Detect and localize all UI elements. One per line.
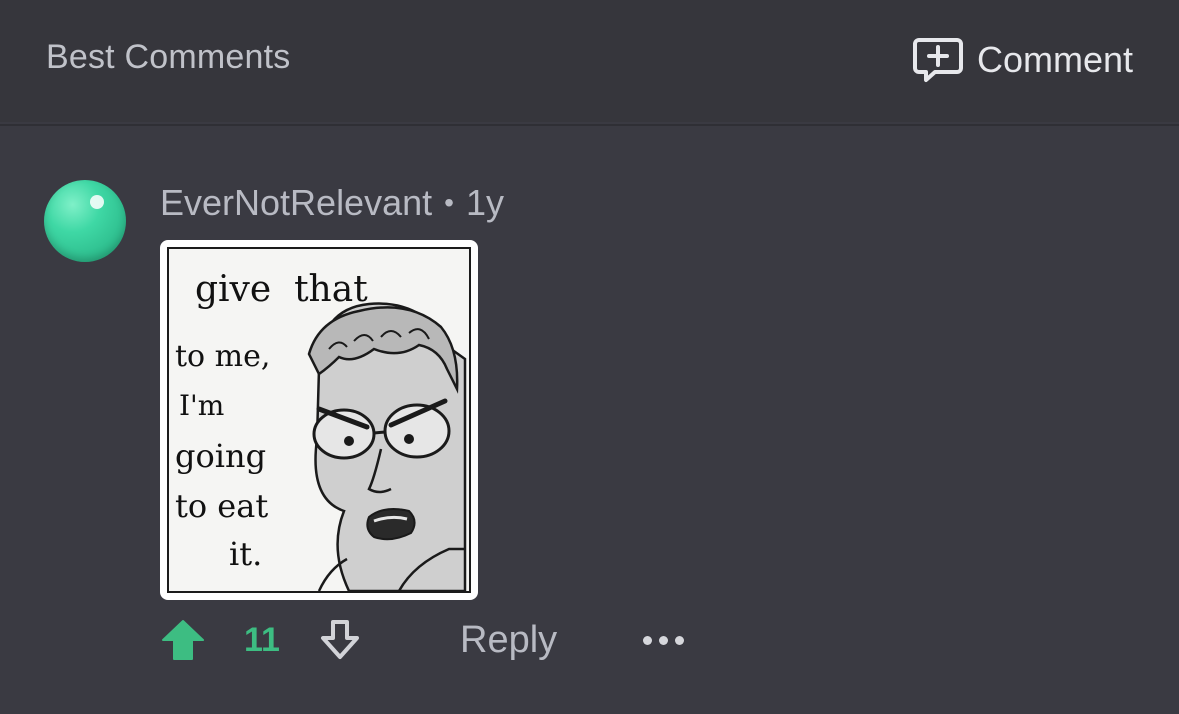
- comment-meta: EverNotRelevant • 1y: [160, 182, 504, 224]
- comment-image[interactable]: give that to me, I'm going to eat it.: [160, 240, 478, 600]
- arrow-down-icon: [321, 620, 359, 659]
- avatar[interactable]: [44, 180, 126, 262]
- vote-score: 11: [244, 620, 280, 659]
- reply-button[interactable]: Reply: [460, 619, 557, 662]
- section-title: Best Comments: [46, 38, 291, 76]
- dot: [643, 635, 653, 645]
- username[interactable]: EverNotRelevant: [160, 182, 432, 224]
- dot: [659, 635, 669, 645]
- arrow-up-icon: [162, 620, 204, 660]
- meta-separator: •: [444, 187, 454, 218]
- comic-panel: give that to me, I'm going to eat it.: [167, 247, 471, 593]
- dot: [675, 635, 685, 645]
- comic-caption-line-3: I'm: [179, 389, 225, 422]
- comic-caption-line-5: to eat: [175, 487, 269, 525]
- comic-caption-line-6: it.: [229, 535, 263, 573]
- comment-actions: 11 Reply: [160, 618, 685, 662]
- comic-caption-line-2: to me,: [175, 339, 271, 374]
- more-dots-icon[interactable]: [643, 628, 685, 653]
- add-comment-button[interactable]: Comment: [912, 36, 1133, 84]
- avatar-highlight: [90, 195, 104, 209]
- comments-header: Best Comments Comment: [0, 0, 1179, 122]
- comment-card: EverNotRelevant • 1y give that to me, I'…: [0, 124, 1179, 714]
- comic-caption-line-1: give that: [195, 269, 368, 310]
- upvote-button[interactable]: [160, 618, 206, 662]
- downvote-button[interactable]: [318, 618, 362, 662]
- comment-button-label: Comment: [976, 39, 1133, 80]
- comment-age: 1y: [465, 182, 504, 223]
- comment-plus-icon: [912, 36, 963, 84]
- comic-caption-line-4: going: [175, 437, 267, 475]
